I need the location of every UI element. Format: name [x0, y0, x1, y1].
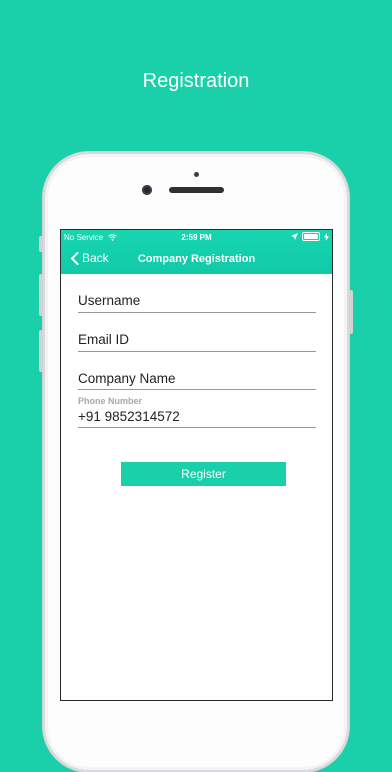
mute-switch: [39, 236, 43, 252]
username-field[interactable]: Username: [78, 292, 316, 313]
page-title: Company Registration: [137, 253, 256, 265]
email-placeholder: Email ID: [78, 332, 130, 347]
phone-number-field[interactable]: +91 9852314572: [78, 408, 316, 428]
status-right: [291, 232, 329, 241]
volume-up-button: [39, 274, 43, 316]
battery-icon: [302, 232, 320, 241]
username-placeholder: Username: [78, 293, 141, 308]
phone-number-label: Phone Number: [78, 396, 143, 406]
company-name-field[interactable]: Company Name: [78, 370, 316, 390]
app-screen: No Service 2:59 PM Back Company Registra…: [61, 230, 332, 700]
register-button[interactable]: Register: [121, 462, 286, 486]
company-name-placeholder: Company Name: [78, 371, 176, 386]
volume-down-button: [39, 330, 43, 372]
phone-number-value: +91 9852314572: [78, 409, 180, 424]
charging-bolt-icon: [324, 232, 329, 241]
proximity-sensor: [194, 172, 199, 177]
front-camera: [142, 185, 152, 195]
email-field[interactable]: Email ID: [78, 331, 316, 352]
power-button: [349, 290, 353, 334]
location-arrow-icon: [291, 233, 298, 240]
promo-title: Registration: [142, 70, 250, 92]
app-header: No Service 2:59 PM Back Company Registra…: [61, 230, 332, 274]
nav-bar: Back Company Registration: [61, 248, 332, 274]
earpiece-speaker: [169, 187, 224, 193]
